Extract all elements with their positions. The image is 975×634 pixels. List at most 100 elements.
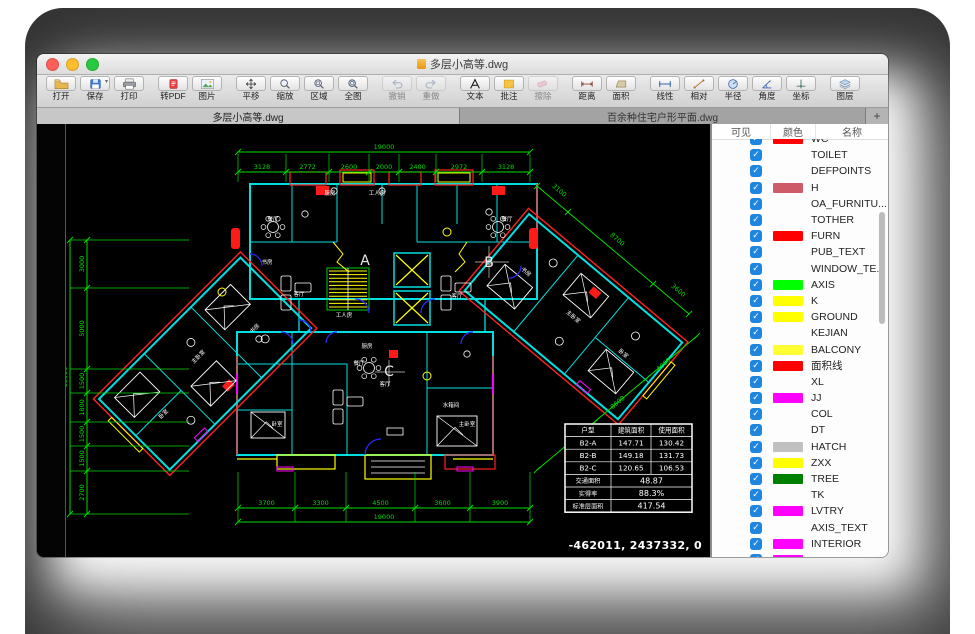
layer-visible-checkbox[interactable]: ✓ — [750, 295, 762, 307]
layer-row-面积线[interactable]: ✓面积线 — [712, 358, 888, 374]
layer-color-swatch[interactable] — [773, 361, 803, 371]
toolbar-button-dim-coord[interactable]: 坐标 — [785, 76, 817, 102]
layer-visible-checkbox[interactable]: ✓ — [750, 522, 762, 534]
tab-current-file[interactable]: 多层小高等.dwg — [37, 108, 460, 124]
toolbar-button-zoom-all[interactable]: 全图 — [337, 76, 369, 102]
layer-row-PUB_TEXT[interactable]: ✓PUB_TEXT — [712, 244, 888, 260]
toolbar-button-area[interactable]: 面积 — [605, 76, 637, 102]
layer-visible-checkbox[interactable]: ✓ — [750, 457, 762, 469]
layer-row-ZXX[interactable]: ✓ZXX — [712, 455, 888, 471]
layer-color-swatch[interactable] — [773, 523, 803, 533]
layer-color-swatch[interactable] — [773, 199, 803, 209]
layer-row-COL[interactable]: ✓COL — [712, 406, 888, 422]
layer-visible-checkbox[interactable]: ✓ — [750, 392, 762, 404]
toolbar-button-dim-radius[interactable]: 半径 — [717, 76, 749, 102]
layer-row-AXIS_TEXT[interactable]: ✓AXIS_TEXT — [712, 520, 888, 536]
layer-color-swatch[interactable] — [773, 555, 803, 557]
close-button[interactable] — [46, 58, 59, 71]
toolbar-button-save-floppy[interactable]: ▾保存 — [79, 76, 111, 102]
layer-visible-checkbox[interactable]: ✓ — [750, 424, 762, 436]
layer-visible-checkbox[interactable]: ✓ — [750, 311, 762, 323]
layer-color-swatch[interactable] — [773, 474, 803, 484]
layer-color-swatch[interactable] — [773, 296, 803, 306]
layer-row-KEJIAN[interactable]: ✓KEJIAN — [712, 325, 888, 341]
layer-visible-checkbox[interactable]: ✓ — [750, 149, 762, 161]
layer-color-swatch[interactable] — [773, 490, 803, 500]
layer-visible-checkbox[interactable]: ✓ — [750, 408, 762, 420]
toolbar-button-distance[interactable]: 距离 — [571, 76, 603, 102]
layer-visible-checkbox[interactable]: ✓ — [750, 327, 762, 339]
layer-color-swatch[interactable] — [773, 139, 803, 144]
layer-color-swatch[interactable] — [773, 231, 803, 241]
layer-color-swatch[interactable] — [773, 150, 803, 160]
layer-row-LVTRY[interactable]: ✓LVTRY — [712, 503, 888, 519]
layer-row-GROUND[interactable]: ✓GROUND — [712, 309, 888, 325]
toolbar-button-pdf[interactable]: 转PDF — [157, 76, 189, 102]
layer-color-swatch[interactable] — [773, 166, 803, 176]
layer-row-DEFPOINTS[interactable]: ✓DEFPOINTS — [712, 163, 888, 179]
toolbar-button-pan[interactable]: 平移 — [235, 76, 267, 102]
layer-color-swatch[interactable] — [773, 328, 803, 338]
toolbar-button-image[interactable]: 图片 — [191, 76, 223, 102]
toolbar-button-note[interactable]: 批注 — [493, 76, 525, 102]
layer-row[interactable]: ✓ — [712, 552, 888, 557]
layer-row-TREE[interactable]: ✓TREE — [712, 471, 888, 487]
toolbar-button-zoom-region[interactable]: 区域 — [303, 76, 335, 102]
layer-row-BALCONY[interactable]: ✓BALCONY — [712, 341, 888, 357]
toolbar-button-open-folder[interactable]: 打开 — [45, 76, 77, 102]
layer-visible-checkbox[interactable]: ✓ — [750, 505, 762, 517]
layer-row-HATCH[interactable]: ✓HATCH — [712, 439, 888, 455]
toolbar-button-layers[interactable]: 图层 — [829, 76, 861, 102]
toolbar-button-printer[interactable]: 打印 — [113, 76, 145, 102]
layer-visible-checkbox[interactable]: ✓ — [750, 182, 762, 194]
layer-color-swatch[interactable] — [773, 183, 803, 193]
layer-color-swatch[interactable] — [773, 345, 803, 355]
layer-visible-checkbox[interactable]: ✓ — [750, 538, 762, 550]
toolbar-button-zoom[interactable]: 缩放 — [269, 76, 301, 102]
layer-row-FURN[interactable]: ✓FURN — [712, 228, 888, 244]
tab-other-file[interactable]: 百余种住宅户形平面.dwg — [460, 108, 866, 124]
toolbar-button-text[interactable]: 文本 — [459, 76, 491, 102]
layer-color-swatch[interactable] — [773, 458, 803, 468]
layer-visible-checkbox[interactable]: ✓ — [750, 139, 762, 145]
new-tab-button[interactable]: + — [866, 108, 888, 124]
layer-row-WINDOW_TE...[interactable]: ✓WINDOW_TE... — [712, 261, 888, 277]
layer-visible-checkbox[interactable]: ✓ — [750, 489, 762, 501]
panel-scrollbar-thumb[interactable] — [879, 212, 885, 324]
minimize-button[interactable] — [66, 58, 79, 71]
layer-color-swatch[interactable] — [773, 506, 803, 516]
toolbar-button-dim-linear[interactable]: 线性 — [649, 76, 681, 102]
maximize-button[interactable] — [86, 58, 99, 71]
layer-row-INTERIOR[interactable]: ✓INTERIOR — [712, 536, 888, 552]
layer-row-AXIS[interactable]: ✓AXIS — [712, 277, 888, 293]
layer-row-DT[interactable]: ✓DT — [712, 422, 888, 438]
layer-visible-checkbox[interactable]: ✓ — [750, 376, 762, 388]
toolbar-button-dim-relative[interactable]: 相对 — [683, 76, 715, 102]
layer-color-swatch[interactable] — [773, 539, 803, 549]
layer-color-swatch[interactable] — [773, 409, 803, 419]
layer-color-swatch[interactable] — [773, 247, 803, 257]
layer-visible-checkbox[interactable]: ✓ — [750, 360, 762, 372]
layer-row-TOILET[interactable]: ✓TOILET — [712, 147, 888, 163]
layer-row-XL[interactable]: ✓XL — [712, 374, 888, 390]
layer-visible-checkbox[interactable]: ✓ — [750, 230, 762, 242]
drawing-canvas[interactable]: 卧室主卧室书房 书房主卧室卧室 — [37, 124, 710, 557]
layer-color-swatch[interactable] — [773, 280, 803, 290]
layer-visible-checkbox[interactable]: ✓ — [750, 441, 762, 453]
layer-row-TOTHER[interactable]: ✓TOTHER — [712, 212, 888, 228]
layer-visible-checkbox[interactable]: ✓ — [750, 246, 762, 258]
layer-row-JJ[interactable]: ✓JJ — [712, 390, 888, 406]
layer-visible-checkbox[interactable]: ✓ — [750, 344, 762, 356]
layer-row-WC[interactable]: ✓WC — [712, 139, 888, 147]
layer-visible-checkbox[interactable]: ✓ — [750, 165, 762, 177]
layer-visible-checkbox[interactable]: ✓ — [750, 554, 762, 557]
layer-visible-checkbox[interactable]: ✓ — [750, 214, 762, 226]
layer-visible-checkbox[interactable]: ✓ — [750, 198, 762, 210]
layer-row-TK[interactable]: ✓TK — [712, 487, 888, 503]
layer-color-swatch[interactable] — [773, 215, 803, 225]
layer-row-OA_FURNITU...[interactable]: ✓OA_FURNITU... — [712, 196, 888, 212]
layer-color-swatch[interactable] — [773, 377, 803, 387]
layer-color-swatch[interactable] — [773, 312, 803, 322]
layer-row-K[interactable]: ✓K — [712, 293, 888, 309]
layer-color-swatch[interactable] — [773, 264, 803, 274]
